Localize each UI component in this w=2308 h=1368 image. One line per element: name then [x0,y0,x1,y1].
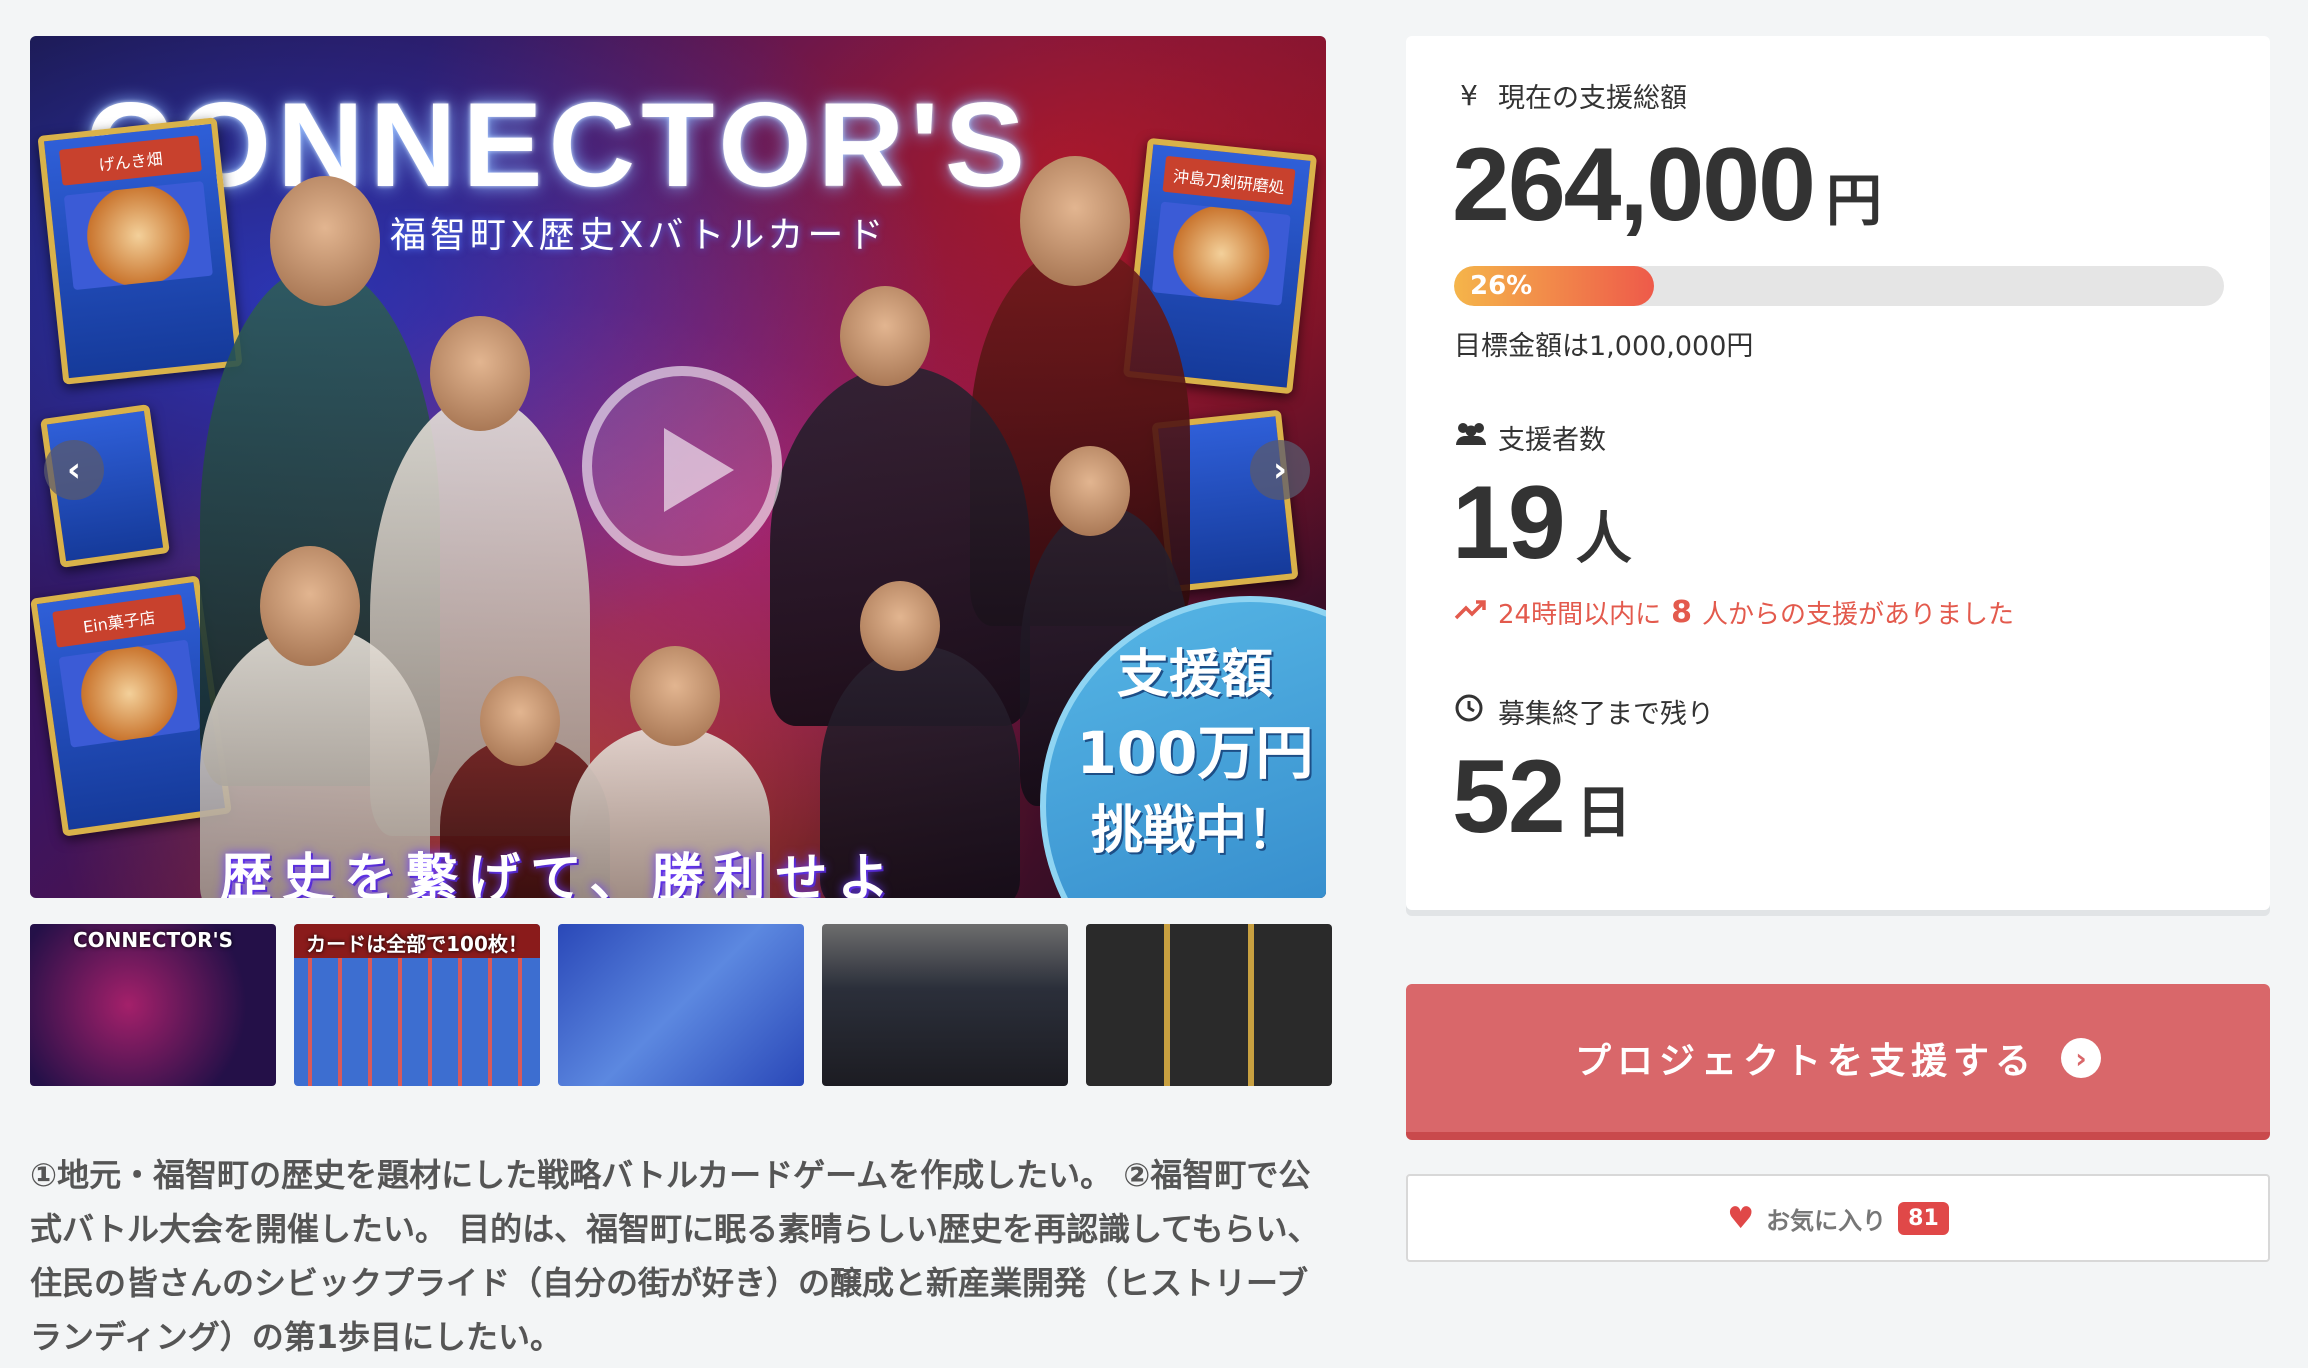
supporters-count: 19 人 [1452,464,1632,583]
badge-line: 支援額 [1116,645,1273,705]
support-button-label: プロジェクトを支援する [1574,1041,2037,1082]
thumbnail[interactable] [1086,924,1332,1086]
thumbnail-strip: CONNECTOR'S カードは全部で100枚！ [30,924,1332,1086]
hero-catchphrase: 歴史を繋げて、勝利せよ [220,849,900,898]
goal-badge-text: 支援額 100万円 挑戦中！ [1070,636,1320,870]
arrow-right-circle-icon: › [2061,1038,2101,1078]
yen-icon: ¥ [1460,79,1478,112]
main-visual[interactable]: CONNECTOR'S 福智町X歴史Xバトルカード げんき畑 沖島刀剣研磨処 E… [30,36,1326,898]
users-icon [1454,421,1486,454]
total-amount-unit: 円 [1825,169,1882,232]
thumbnail[interactable] [558,924,804,1086]
total-amount-label-text: 現在の支援総額 [1498,83,1687,114]
character-head [1050,446,1130,536]
carousel-next-button[interactable]: › [1250,440,1310,500]
card-art [63,181,213,291]
badge-line: 100万円 [1076,719,1314,787]
heart-icon: ♥ [1727,1200,1755,1236]
chevron-right-icon: › [1272,450,1287,490]
goal-amount: 目標金額は1,000,000円 [1454,331,1754,362]
remaining-label-text: 募集終了まで残り [1498,699,1714,730]
character-head [430,316,530,431]
character-head [260,546,360,666]
funding-stats-panel: ¥ 現在の支援総額 264,000 円 26% 目標金額は1,000,000円 … [1406,36,2270,910]
thumbnail[interactable] [822,924,1068,1086]
total-amount-value: 264,000 [1452,127,1816,243]
supporters-value: 19 [1452,465,1566,581]
hero-subtitle: 福智町X歴史Xバトルカード [390,215,888,256]
remaining-label: 募集終了まで残り [1454,692,1714,731]
progress-bar: 26% [1454,266,2224,306]
total-amount-label: ¥ 現在の支援総額 [1454,76,1687,115]
card-art [58,639,200,748]
card-title: Ein菓子店 [52,593,186,648]
character-head [630,646,720,746]
supporters-unit: 人 [1575,507,1632,570]
remaining-value: 52 [1452,739,1566,855]
character-head [270,176,380,306]
character-head [480,676,560,766]
remaining-unit: 日 [1575,781,1632,844]
progress-bar-fill: 26% [1454,266,1655,306]
favorite-button[interactable]: ♥ お気に入り 81 [1406,1174,2270,1262]
project-description: ①地元・福智町の歴史を題材にした戦略バトルカードゲームを作成したい。 ②福智町で… [30,1156,1320,1356]
card-art [1151,201,1291,306]
card-image: げんき畑 [37,117,243,385]
character-head [860,581,940,671]
trend-text-post: 人からの支援がありました [1701,600,2014,630]
supporters-label: 支援者数 [1454,418,1606,457]
trending-up-icon [1454,598,1488,628]
progress-percent: 26% [1470,271,1533,301]
play-video-button[interactable] [582,366,782,566]
clock-icon [1454,693,1484,730]
support-project-button[interactable]: プロジェクトを支援する › [1406,984,2270,1140]
thumbnail[interactable]: CONNECTOR'S [30,924,276,1086]
card-title: 沖島刀剣研磨処 [1162,155,1296,206]
character-head [840,286,930,386]
carousel-prev-button[interactable]: ‹ [44,440,104,500]
remaining-days: 52 日 [1452,738,1632,857]
chevron-left-icon: ‹ [66,450,81,490]
trend-text-pre: 24時間以内に [1498,600,1662,630]
character-head [1020,156,1130,286]
thumbnail-label: カードは全部で100枚！ [306,932,528,956]
trend-count: 8 [1671,595,1692,630]
favorite-count-badge: 81 [1898,1201,1949,1235]
supporters-label-text: 支援者数 [1498,425,1606,456]
thumbnail-label: CONNECTOR'S [72,928,234,952]
favorite-label: お気に入り [1766,1206,1887,1235]
total-amount: 264,000 円 [1452,126,1882,245]
badge-line: 挑戦中！ [1090,801,1299,861]
recent-support-notice: 24時間以内に 8 人からの支援がありました [1454,594,2014,631]
card-title: げんき畑 [58,135,202,186]
thumbnail[interactable]: カードは全部で100枚！ [294,924,540,1086]
